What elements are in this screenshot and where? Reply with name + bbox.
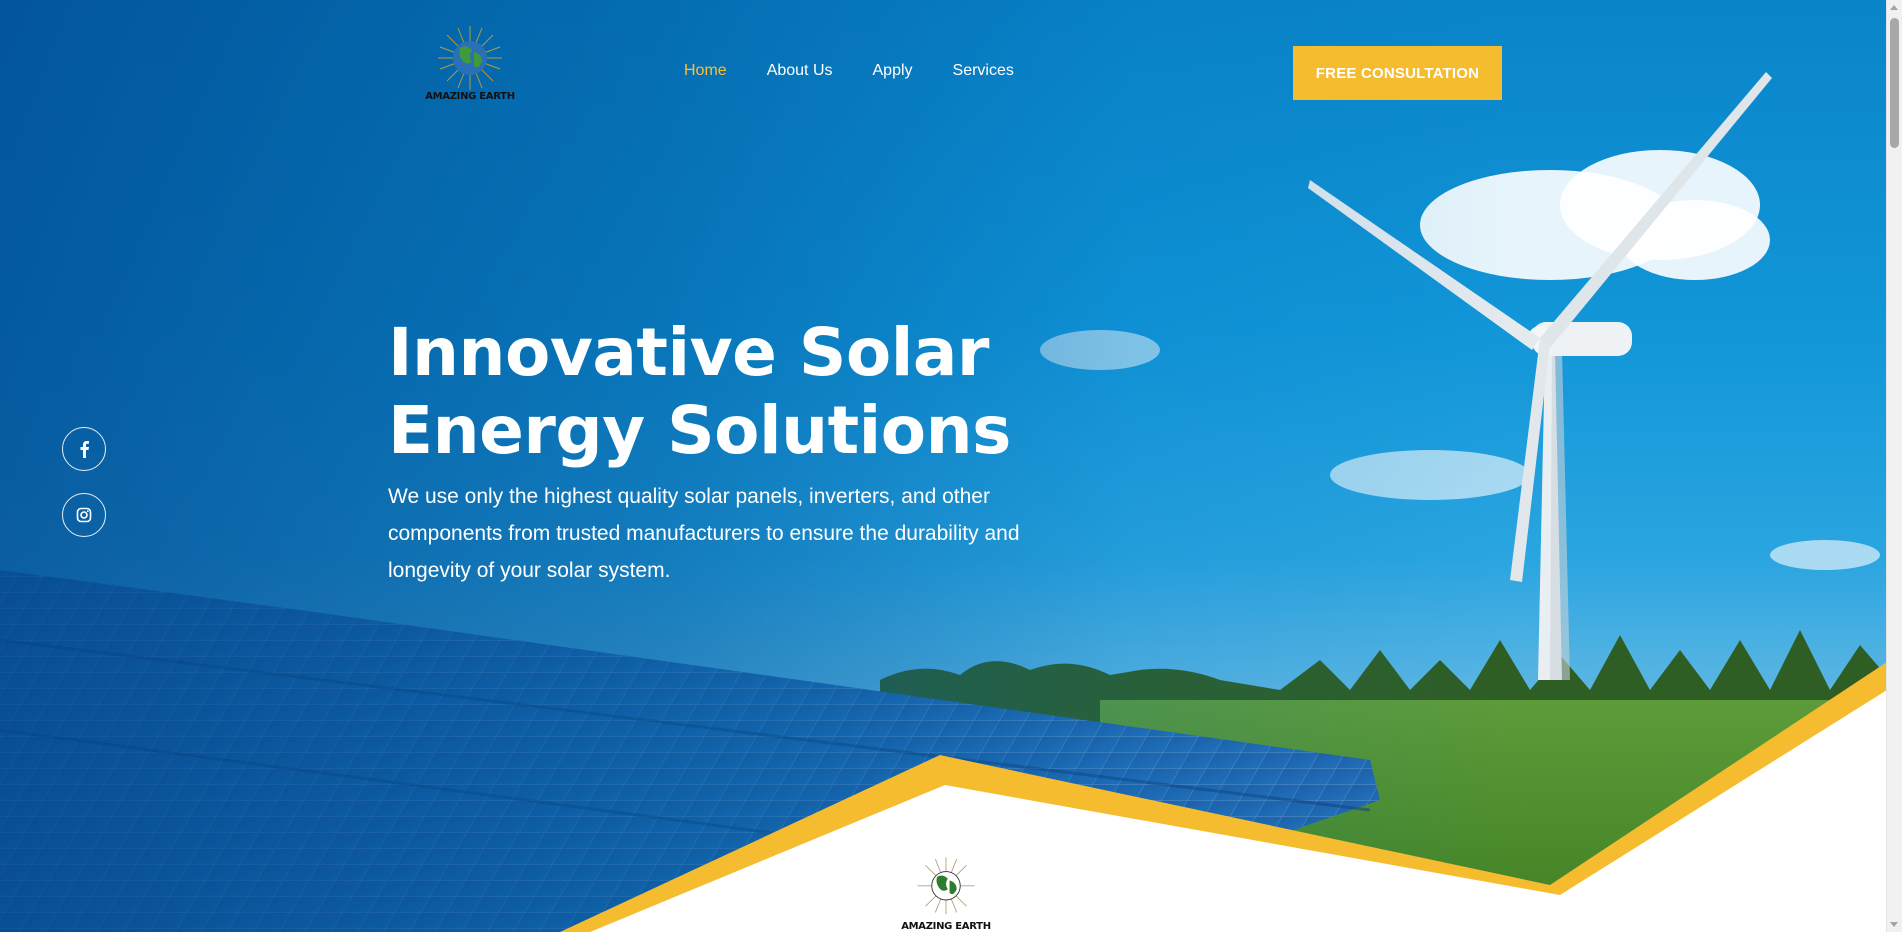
main-nav: Home About Us Apply Services (684, 62, 1014, 80)
scroll-up-arrow-icon[interactable] (1890, 5, 1898, 10)
globe-logo-icon (438, 26, 502, 90)
instagram-button[interactable] (62, 493, 106, 537)
nav-about-us[interactable]: About Us (767, 62, 833, 80)
globe-logo-icon (917, 857, 975, 915)
logo[interactable]: AMAZING EARTH (420, 20, 520, 102)
hero-title-line-2: Energy Solutions (388, 392, 1011, 469)
hero-title: Innovative Solar Energy Solutions (388, 314, 1011, 470)
instagram-icon (76, 507, 92, 523)
bottom-logo-text: AMAZING EARTH (901, 921, 991, 932)
hero-title-line-1: Innovative Solar (388, 314, 989, 391)
scroll-thumb[interactable] (1890, 18, 1899, 148)
hero-description: We use only the highest quality solar pa… (388, 485, 1020, 582)
nav-home[interactable]: Home (684, 62, 727, 80)
logo-text: AMAZING EARTH (425, 91, 515, 102)
page-scrollbar[interactable] (1886, 0, 1902, 932)
facebook-icon (80, 441, 89, 458)
nav-apply[interactable]: Apply (873, 62, 913, 80)
facebook-button[interactable] (62, 427, 106, 471)
free-consultation-button[interactable]: FREE CONSULTATION (1293, 46, 1502, 100)
scroll-down-arrow-icon[interactable] (1890, 922, 1898, 927)
nav-services[interactable]: Services (953, 62, 1014, 80)
bottom-logo: AMAZING EARTH (898, 852, 994, 932)
